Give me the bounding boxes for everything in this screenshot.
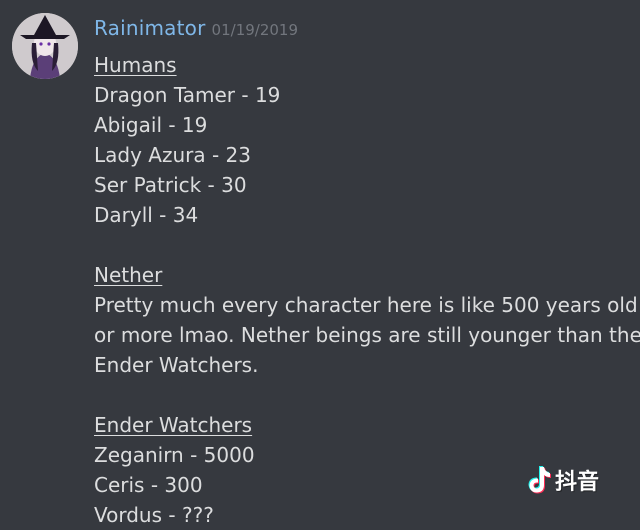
list-item: Dragon Tamer - 19 [94,83,281,107]
message-content: Humans Dragon Tamer - 19 Abigail - 19 La… [94,50,640,530]
section-nether: Nether Pretty much every character here … [94,260,640,380]
username[interactable]: Rainimator [94,16,206,40]
list-item: Daryll - 34 [94,203,199,227]
message-header: Rainimator 01/19/2019 [94,16,298,40]
list-item: Abigail - 19 [94,113,208,137]
section-heading: Ender Watchers [94,413,253,437]
list-item: Ser Patrick - 30 [94,173,247,197]
avatar-image [12,13,78,79]
timestamp: 01/19/2019 [211,21,299,39]
section-heading: Nether [94,263,163,287]
section-heading: Humans [94,53,177,77]
avatar[interactable] [12,13,78,79]
tiktok-watermark: 抖音 [526,464,599,496]
paragraph-line: or more lmao. Nether beings are still yo… [94,323,640,347]
tiktok-icon [528,466,551,494]
list-item: Vordus - ??? [94,503,214,527]
paragraph-line: Pretty much every character here is like… [94,293,638,317]
chat-message: Rainimator 01/19/2019 Humans Dragon Tamer… [0,0,640,527]
paragraph-line: Ender Watchers. [94,353,259,377]
section-humans: Humans Dragon Tamer - 19 Abigail - 19 La… [94,50,634,230]
list-item: Lady Azura - 23 [94,143,252,167]
watermark-text: 抖音 [555,470,600,495]
